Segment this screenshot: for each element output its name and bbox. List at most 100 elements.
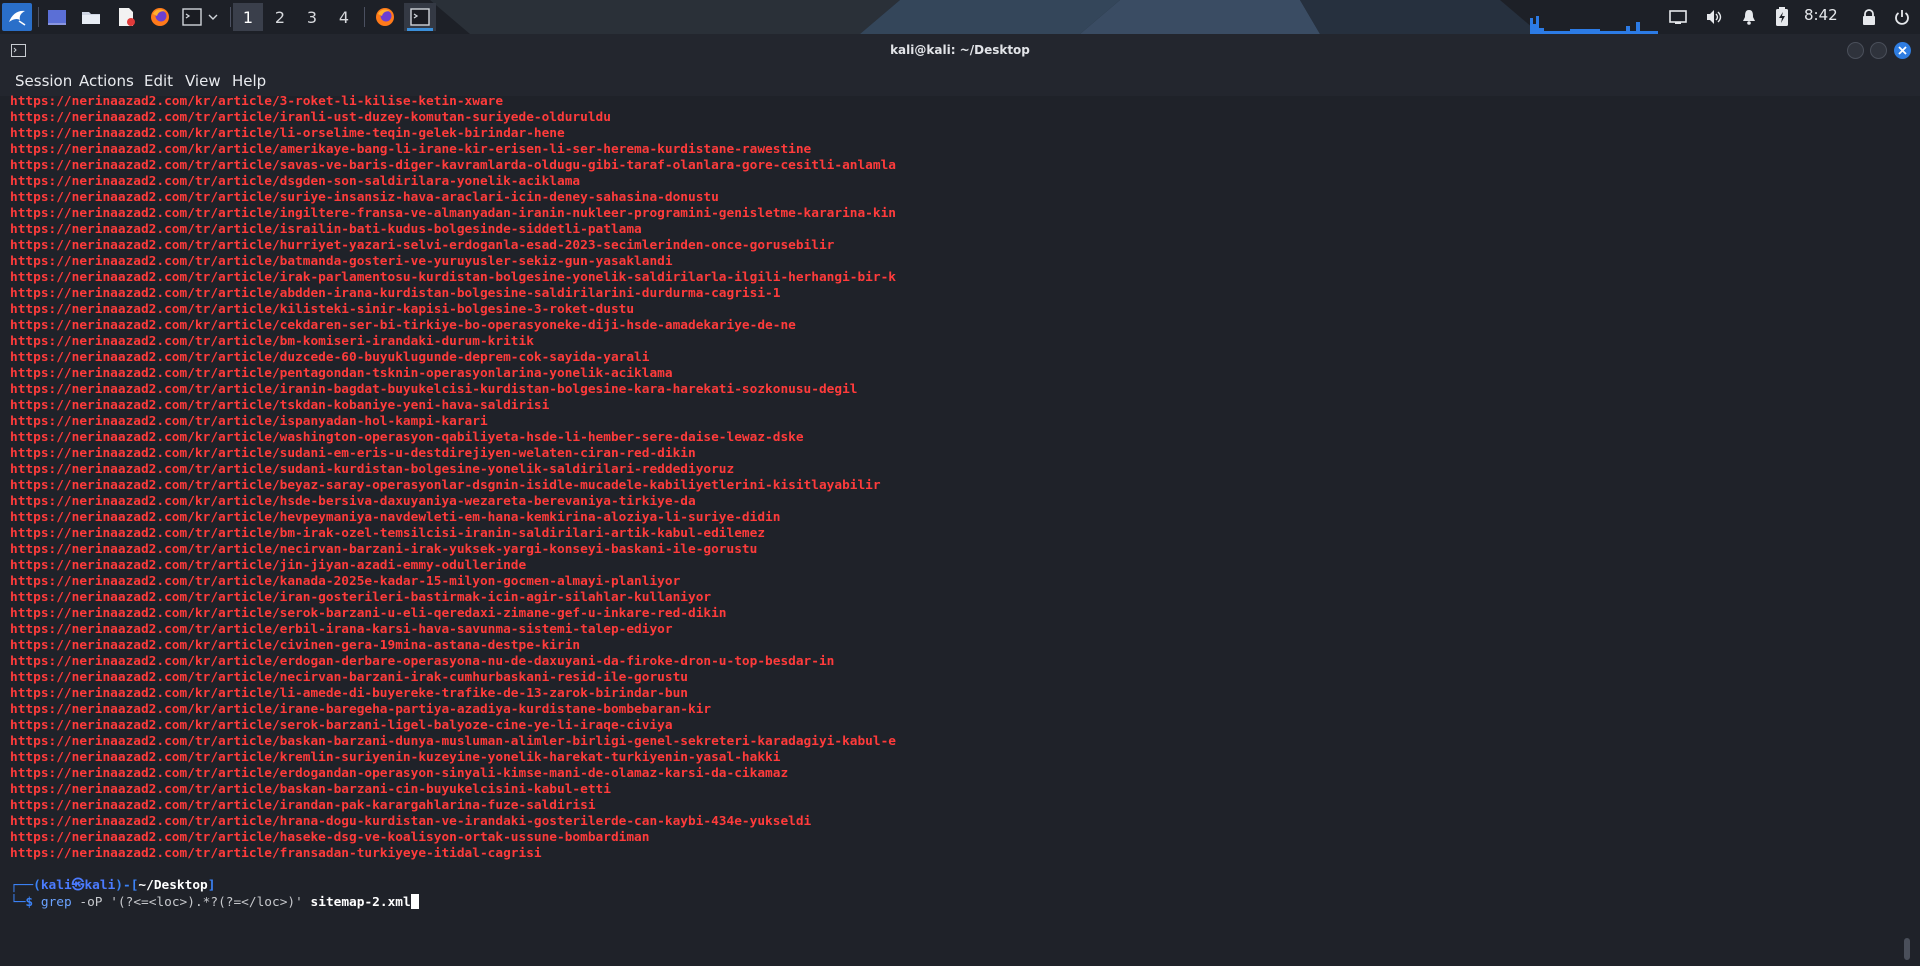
- output-line: https://nerinaazad2.com/kr/article/sudan…: [10, 446, 696, 461]
- output-line: https://nerinaazad2.com/kr/article/li-or…: [10, 126, 565, 141]
- output-line: https://nerinaazad2.com/tr/article/hasek…: [10, 830, 650, 845]
- menu-help[interactable]: Help: [232, 72, 266, 90]
- volume-icon[interactable]: [1700, 3, 1728, 31]
- output-line: https://nerinaazad2.com/tr/article/iranl…: [10, 110, 611, 125]
- cpu-graph-icon: [1530, 16, 1658, 34]
- file-manager-icon[interactable]: [77, 3, 105, 31]
- output-line: https://nerinaazad2.com/kr/article/serok…: [10, 606, 727, 621]
- output-line: https://nerinaazad2.com/kr/article/hsde-…: [10, 494, 696, 509]
- workspace-label: 2: [274, 7, 286, 27]
- output-line: https://nerinaazad2.com/tr/article/israi…: [10, 222, 642, 237]
- panel-separator: [230, 7, 231, 27]
- output-line: https://nerinaazad2.com/kr/article/hevpe…: [10, 510, 781, 525]
- terminal-output[interactable]: https://nerinaazad2.com/kr/article/3-rok…: [10, 94, 1900, 954]
- output-line: https://nerinaazad2.com/tr/article/dsgde…: [10, 174, 581, 189]
- active-task-indicator: [407, 28, 433, 31]
- menu-bar: Session Actions Edit View Help: [0, 66, 1920, 96]
- output-line: https://nerinaazad2.com/kr/article/3-rok…: [10, 94, 504, 109]
- command-arguments: -oP '(?<=<loc>).*?(?=</loc>)': [71, 895, 311, 910]
- output-line: https://nerinaazad2.com/kr/article/cekda…: [10, 318, 796, 333]
- output-line: https://nerinaazad2.com/tr/article/tskda…: [10, 398, 550, 413]
- show-desktop-icon[interactable]: [43, 3, 71, 31]
- command-filename: sitemap-2.xml: [310, 895, 411, 910]
- prompt-host: kali: [84, 878, 116, 893]
- lock-icon[interactable]: [1855, 3, 1883, 31]
- output-line: https://nerinaazad2.com/tr/article/iran-…: [10, 590, 712, 605]
- output-line: https://nerinaazad2.com/kr/article/washi…: [10, 430, 804, 445]
- close-button[interactable]: [1894, 42, 1911, 59]
- prompt-at-symbol: ㉿: [71, 878, 85, 893]
- workspace-3[interactable]: 3: [297, 3, 327, 31]
- workspace-4[interactable]: 4: [329, 3, 359, 31]
- window-title: kali@kali: ~/Desktop: [890, 43, 1030, 57]
- text-editor-icon[interactable]: [112, 3, 140, 31]
- minimize-button[interactable]: [1847, 42, 1864, 59]
- maximize-button[interactable]: [1870, 42, 1887, 59]
- output-line: https://nerinaazad2.com/tr/article/jin-j…: [10, 558, 527, 573]
- firefox-task-icon[interactable]: [371, 3, 399, 31]
- terminal-task-icon[interactable]: [404, 3, 436, 31]
- menu-view[interactable]: View: [185, 72, 221, 90]
- top-panel: 1 2 3 4 8:42: [0, 0, 1920, 34]
- output-line: https://nerinaazad2.com/tr/article/erdog…: [10, 766, 789, 781]
- output-line: https://nerinaazad2.com/tr/article/irani…: [10, 382, 858, 397]
- output-line: https://nerinaazad2.com/tr/article/frans…: [10, 846, 542, 861]
- output-line: https://nerinaazad2.com/kr/article/irane…: [10, 702, 712, 717]
- output-line: https://nerinaazad2.com/kr/article/li-am…: [10, 686, 688, 701]
- output-line: https://nerinaazad2.com/tr/article/penta…: [10, 366, 673, 381]
- prompt-user: kali: [40, 878, 72, 893]
- prompt-path: ~/Desktop: [138, 878, 208, 893]
- output-line: https://nerinaazad2.com/tr/article/necir…: [10, 542, 758, 557]
- terminal-dropdown-icon[interactable]: [203, 3, 223, 31]
- output-line: https://nerinaazad2.com/tr/article/erbil…: [10, 622, 673, 637]
- output-line: https://nerinaazad2.com/tr/article/ingil…: [10, 206, 897, 221]
- output-line: https://nerinaazad2.com/tr/article/savas…: [10, 158, 897, 173]
- output-line: https://nerinaazad2.com/tr/article/baska…: [10, 734, 897, 749]
- workspace-label: 3: [306, 7, 318, 27]
- output-line: https://nerinaazad2.com/tr/article/bm-ko…: [10, 334, 534, 349]
- display-icon[interactable]: [1664, 3, 1692, 31]
- power-icon[interactable]: [1888, 3, 1916, 31]
- workspace-label: 4: [338, 7, 350, 27]
- menu-actions[interactable]: Actions: [79, 72, 134, 90]
- terminal-icon[interactable]: [178, 3, 206, 31]
- prompt-bracket: ]: [207, 878, 216, 893]
- output-line: https://nerinaazad2.com/tr/article/hurri…: [10, 238, 835, 253]
- output-line: https://nerinaazad2.com/tr/article/baska…: [10, 782, 611, 797]
- output-line: https://nerinaazad2.com/tr/article/abdde…: [10, 286, 781, 301]
- output-line: https://nerinaazad2.com/tr/article/ispan…: [10, 414, 488, 429]
- scrollbar-thumb[interactable]: [1904, 938, 1910, 960]
- command-line[interactable]: └─$ grep -oP '(?<=<loc>).*?(?=</loc>)' s…: [10, 894, 419, 911]
- output-line: https://nerinaazad2.com/kr/article/ameri…: [10, 142, 812, 157]
- workspace-2[interactable]: 2: [265, 3, 295, 31]
- output-line: https://nerinaazad2.com/kr/article/serok…: [10, 718, 673, 733]
- output-line: https://nerinaazad2.com/kr/article/erdog…: [10, 654, 835, 669]
- panel-separator: [364, 7, 365, 27]
- window-titlebar[interactable]: kali@kali: ~/Desktop: [0, 34, 1920, 66]
- output-line: https://nerinaazad2.com/tr/article/irand…: [10, 798, 596, 813]
- output-line: https://nerinaazad2.com/kr/article/civin…: [10, 638, 581, 653]
- output-line: https://nerinaazad2.com/tr/article/bm-ir…: [10, 526, 766, 541]
- prompt-dollar: $: [25, 895, 34, 910]
- text-cursor: [410, 894, 419, 909]
- output-line: https://nerinaazad2.com/tr/article/irak-…: [10, 270, 897, 285]
- prompt-separator: )-[: [115, 878, 139, 893]
- notification-bell-icon[interactable]: [1735, 3, 1763, 31]
- output-line: https://nerinaazad2.com/tr/article/kreml…: [10, 750, 781, 765]
- battery-icon[interactable]: [1768, 3, 1796, 31]
- firefox-icon[interactable]: [146, 3, 174, 31]
- output-line: https://nerinaazad2.com/tr/article/necir…: [10, 670, 688, 685]
- menu-session[interactable]: Session: [15, 72, 72, 90]
- workspace-1[interactable]: 1: [233, 3, 263, 31]
- menu-edit[interactable]: Edit: [144, 72, 173, 90]
- panel-separator: [38, 7, 39, 27]
- kali-menu-icon[interactable]: [2, 3, 32, 31]
- workspace-label: 1: [242, 7, 254, 27]
- output-line: https://nerinaazad2.com/tr/article/kilis…: [10, 302, 635, 317]
- close-icon: [1898, 46, 1907, 55]
- output-line: https://nerinaazad2.com/tr/article/batma…: [10, 254, 673, 269]
- clock[interactable]: 8:42: [1804, 6, 1838, 24]
- output-line: https://nerinaazad2.com/tr/article/duzce…: [10, 350, 650, 365]
- output-line: https://nerinaazad2.com/tr/article/hrana…: [10, 814, 812, 829]
